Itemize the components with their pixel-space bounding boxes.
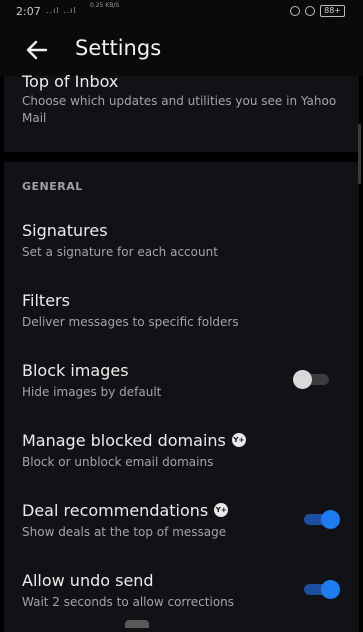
battery-icon: 88+ xyxy=(320,5,345,17)
allow-undo-send-toggle[interactable] xyxy=(300,579,340,599)
yahoo-plus-icon: Y+ xyxy=(231,432,246,447)
setting-title: Top of Inbox xyxy=(22,72,119,91)
toggle-knob xyxy=(293,370,312,389)
section-general-heading: GENERAL xyxy=(22,180,83,193)
back-arrow-icon[interactable] xyxy=(24,37,50,63)
page-title: Settings xyxy=(75,36,162,60)
setting-signatures[interactable]: Signatures Set a signature for each acco… xyxy=(22,221,218,261)
setting-subtitle: Set a signature for each account xyxy=(22,245,218,259)
scrollbar[interactable] xyxy=(358,124,361,184)
setting-subtitle: Hide images by default xyxy=(22,385,162,399)
setting-title: Allow undo send xyxy=(22,571,154,590)
setting-block-images[interactable]: Block images Hide images by default xyxy=(22,361,161,401)
status-icons: 88+ xyxy=(290,5,345,17)
toggle-knob xyxy=(321,510,340,529)
setting-subtitle: Deliver messages to specific folders xyxy=(22,315,239,329)
yahoo-plus-icon: Y+ xyxy=(214,502,229,517)
block-images-toggle[interactable] xyxy=(293,369,333,389)
setting-subtitle: Wait 2 seconds to allow corrections xyxy=(22,595,235,609)
setting-allow-undo-send[interactable]: Allow undo send Wait 2 seconds to allow … xyxy=(22,571,234,611)
setting-title: Manage blocked domains xyxy=(22,431,226,450)
setting-subtitle: Block or unblock email domains xyxy=(22,455,214,469)
setting-title: Filters xyxy=(22,291,70,310)
setting-top-of-inbox[interactable]: Top of Inbox Choose which updates and ut… xyxy=(22,72,342,127)
setting-title: Signatures xyxy=(22,221,108,240)
setting-subtitle: Show deals at the top of message xyxy=(22,525,227,539)
setting-filters[interactable]: Filters Deliver messages to specific fol… xyxy=(22,291,239,331)
signal-icon: ..ıl ..ıl xyxy=(46,6,77,15)
deal-recommendations-toggle[interactable] xyxy=(300,509,340,529)
setting-manage-blocked-domains[interactable]: Manage blocked domains Y+ Block or unbloc… xyxy=(22,431,246,471)
setting-title: Deal recommendations xyxy=(22,501,209,520)
setting-title: Block images xyxy=(22,361,129,380)
eye-icon xyxy=(290,6,301,16)
status-time: 2:07 xyxy=(16,5,41,18)
app-bar: Settings xyxy=(0,24,363,76)
toggle-knob xyxy=(321,580,340,599)
status-bar: 2:07 ..ıl ..ıl 0.25 KB/S 88+ xyxy=(0,0,363,24)
setting-deal-recommendations[interactable]: Deal recommendations Y+ Show deals at the… xyxy=(22,501,229,541)
alarm-icon xyxy=(305,6,316,16)
setting-subtitle: Choose which updates and utilities you s… xyxy=(22,94,337,125)
network-speed: 0.25 KB/S xyxy=(90,2,120,9)
home-indicator xyxy=(125,620,149,628)
